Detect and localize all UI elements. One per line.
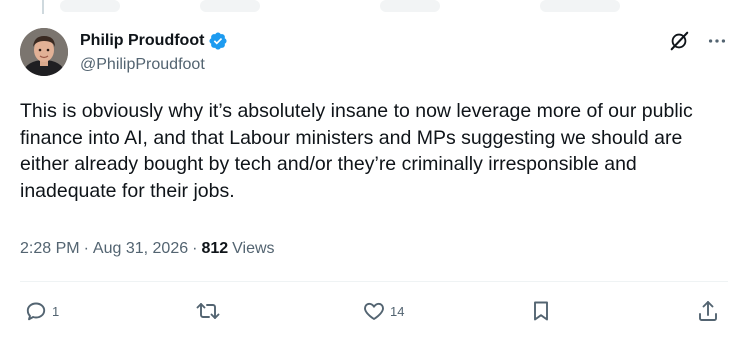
meta-separator: · (192, 240, 198, 257)
share-icon (699, 301, 717, 321)
thread-connector-line (42, 0, 44, 14)
previous-post-remnant (380, 0, 440, 12)
like-button[interactable]: 14 (362, 296, 404, 326)
divider (20, 281, 728, 282)
share-button[interactable] (696, 296, 720, 326)
tweet-time[interactable]: 2:28 PM (20, 240, 80, 258)
previous-post-remnant (60, 0, 120, 12)
previous-post-remnant (200, 0, 260, 12)
header-actions (668, 30, 728, 52)
verified-badge-icon[interactable] (208, 31, 228, 51)
bookmark-button[interactable] (529, 296, 553, 326)
previous-post-remnant (540, 0, 620, 12)
display-name[interactable]: Philip Proudfoot (80, 32, 204, 50)
meta-separator: · (83, 240, 89, 257)
tweet-date[interactable]: Aug 31, 2026 (93, 240, 188, 258)
tweet-text: This is obviously why it’s absolutely in… (20, 100, 699, 202)
views-count: 812 (201, 240, 229, 257)
tweet-meta: 2:28 PM · Aug 31, 2026 · 812 Views (20, 238, 275, 260)
avatar-image (20, 28, 68, 76)
engagement-bar: 1 14 (20, 296, 728, 326)
tweet-header: Philip Proudfoot @PhilipProudfoot (20, 28, 728, 84)
like-icon (364, 302, 384, 320)
reply-count: 1 (52, 303, 60, 319)
author-names: Philip Proudfoot @PhilipProudfoot (80, 30, 228, 74)
author-handle[interactable]: @PhilipProudfoot (80, 56, 228, 74)
repost-button[interactable] (194, 296, 226, 326)
repost-icon (196, 303, 220, 319)
grok-icon[interactable] (668, 30, 690, 52)
views-label: Views (232, 240, 275, 257)
bookmark-icon (534, 301, 548, 321)
avatar[interactable] (20, 28, 68, 76)
reply-button[interactable]: 1 (24, 296, 59, 326)
more-icon[interactable] (706, 30, 728, 52)
reply-icon (26, 302, 46, 321)
like-count: 14 (390, 303, 405, 319)
